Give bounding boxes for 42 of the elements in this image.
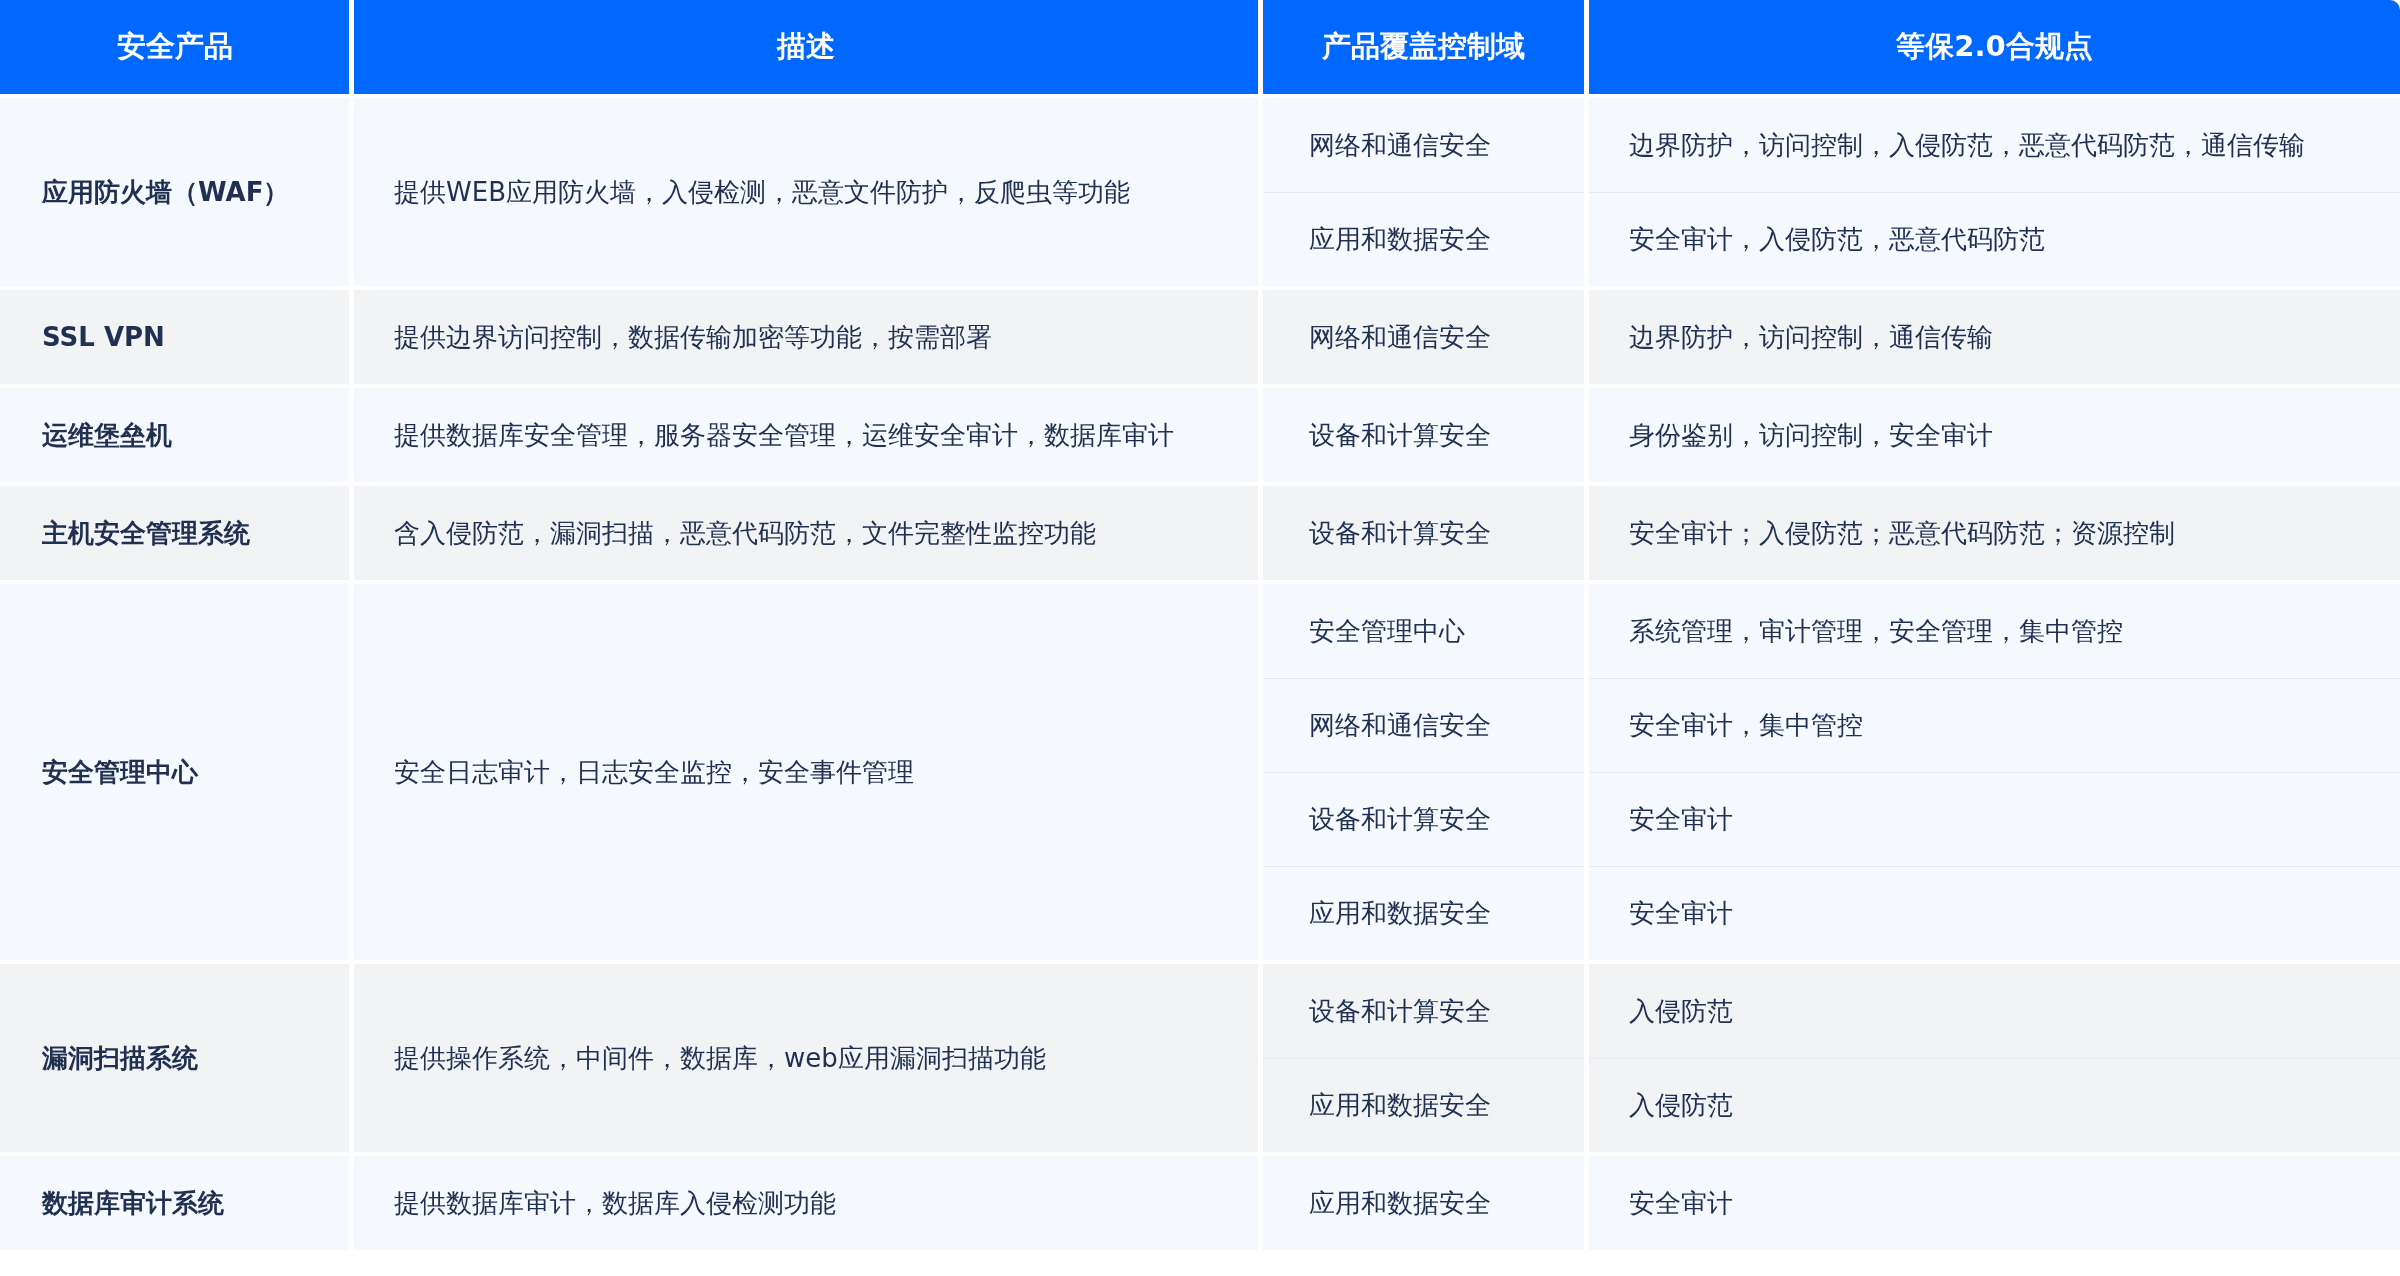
table-cell: 应用和数据安全	[1263, 1156, 1584, 1250]
table-cell: 安全审计	[1589, 1156, 2400, 1250]
table-cell: 提供边界访问控制，数据传输加密等功能，按需部署	[354, 290, 1258, 384]
table-cell: 数据库审计系统	[0, 1156, 349, 1250]
table-cell: 入侵防范	[1589, 1058, 2400, 1152]
column-header: 产品覆盖控制域	[1263, 0, 1584, 94]
table-cell: 含入侵防范，漏洞扫描，恶意代码防范，文件完整性监控功能	[354, 486, 1258, 580]
table-cell: 主机安全管理系统	[0, 486, 349, 580]
table-cell: 安全审计	[1589, 866, 2400, 960]
table-cell: 边界防护，访问控制，通信传输	[1589, 290, 2400, 384]
table-cell: 应用和数据安全	[1263, 866, 1584, 960]
table-cell: 网络和通信安全	[1263, 678, 1584, 772]
table-cell: 安全管理中心	[0, 584, 349, 960]
table-cell: 应用和数据安全	[1263, 1058, 1584, 1152]
table-cell: 提供WEB应用防火墙，入侵检测，恶意文件防护，反爬虫等功能	[354, 98, 1258, 286]
table-cell: 系统管理，审计管理，安全管理，集中管控	[1589, 584, 2400, 678]
table-cell: 运维堡垒机	[0, 388, 349, 482]
column-header: 安全产品	[0, 0, 349, 94]
table-cell: 应用防火墙（WAF）	[0, 98, 349, 286]
table-cell: 网络和通信安全	[1263, 290, 1584, 384]
table-cell: 设备和计算安全	[1263, 772, 1584, 866]
table-cell: 入侵防范	[1589, 964, 2400, 1058]
table-cell: 安全审计	[1589, 772, 2400, 866]
table-cell: 提供操作系统，中间件，数据库，web应用漏洞扫描功能	[354, 964, 1258, 1152]
table-cell: 安全日志审计，日志安全监控，安全事件管理	[354, 584, 1258, 960]
table-cell: 安全审计，集中管控	[1589, 678, 2400, 772]
table-cell: 安全审计，入侵防范，恶意代码防范	[1589, 192, 2400, 286]
table-cell: 设备和计算安全	[1263, 388, 1584, 482]
column-header: 等保2.0合规点	[1589, 0, 2400, 94]
table-cell: 提供数据库审计，数据库入侵检测功能	[354, 1156, 1258, 1250]
table-cell: 安全管理中心	[1263, 584, 1584, 678]
table-cell: 安全审计；入侵防范；恶意代码防范；资源控制	[1589, 486, 2400, 580]
table-cell: 提供数据库安全管理，服务器安全管理，运维安全审计，数据库审计	[354, 388, 1258, 482]
table-cell: 应用和数据安全	[1263, 192, 1584, 286]
table-cell: 网络和通信安全	[1263, 98, 1584, 192]
column-header: 描述	[354, 0, 1258, 94]
table-cell: 设备和计算安全	[1263, 964, 1584, 1058]
table-cell: 漏洞扫描系统	[0, 964, 349, 1152]
table-cell: SSL VPN	[0, 290, 349, 384]
table-cell: 设备和计算安全	[1263, 486, 1584, 580]
table-cell: 边界防护，访问控制，入侵防范，恶意代码防范，通信传输	[1589, 98, 2400, 192]
table-cell: 身份鉴别，访问控制，安全审计	[1589, 388, 2400, 482]
